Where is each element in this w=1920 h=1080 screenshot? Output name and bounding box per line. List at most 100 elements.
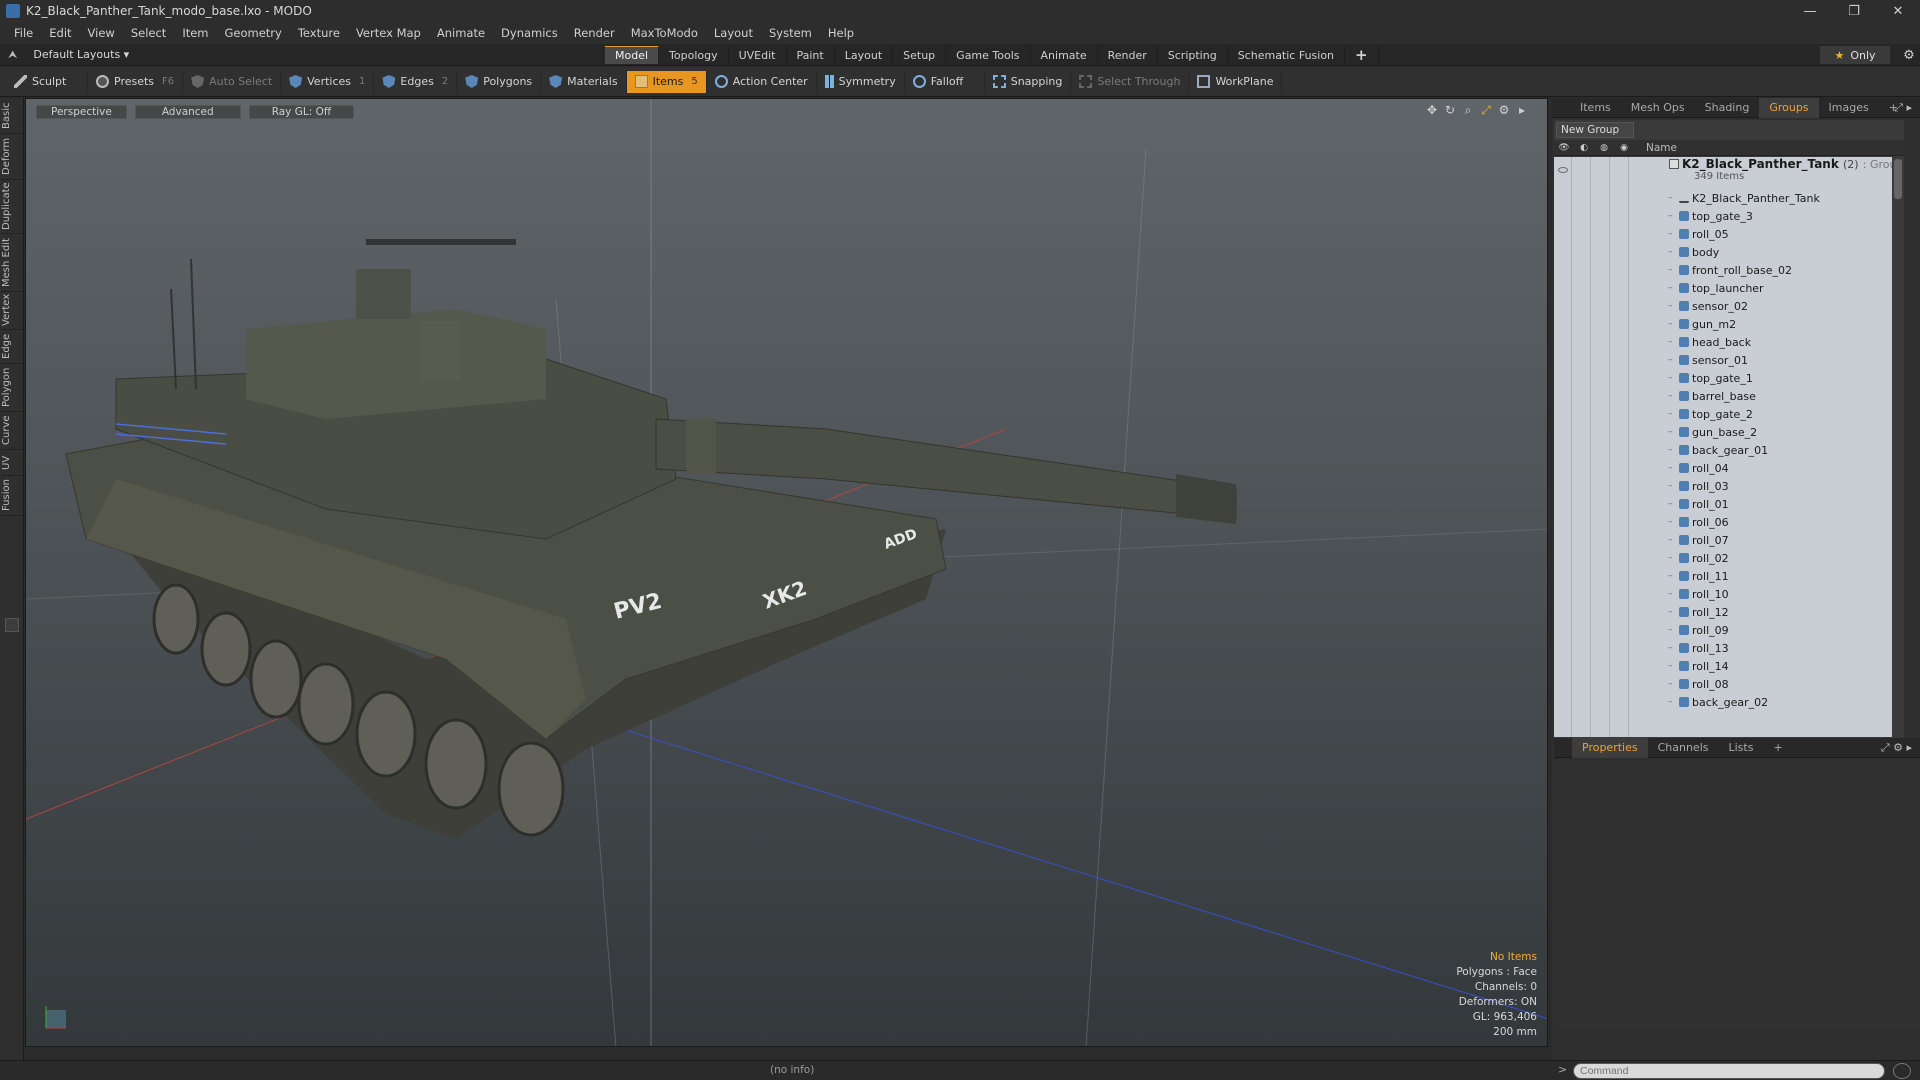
close-button[interactable]: ✕ xyxy=(1876,0,1920,22)
viewport-settings-icon[interactable]: ⚙ xyxy=(1495,103,1513,118)
tree-row[interactable]: – roll_07 xyxy=(1554,531,1904,549)
menu-texture[interactable]: Texture xyxy=(290,26,348,40)
tree-row[interactable]: – roll_01 xyxy=(1554,495,1904,513)
visibility-header-icon[interactable]: 👁 xyxy=(1554,143,1574,153)
advanced-button[interactable]: Advanced xyxy=(134,105,241,119)
menu-select[interactable]: Select xyxy=(123,26,174,40)
materials-button[interactable]: Materials xyxy=(541,70,627,93)
tree-row[interactable]: – front_roll_base_02 xyxy=(1554,261,1904,279)
panel-tab-shading[interactable]: Shading xyxy=(1695,98,1760,118)
menu-help[interactable]: Help xyxy=(820,26,862,40)
menu-render[interactable]: Render xyxy=(566,26,623,40)
properties-expand-icon[interactable]: ⤢ ⚙ ▸ xyxy=(1881,741,1912,755)
menu-vertex-map[interactable]: Vertex Map xyxy=(348,26,429,40)
menu-file[interactable]: File xyxy=(6,26,41,40)
left-tab-duplicate[interactable]: Duplicate xyxy=(1,180,23,234)
falloff-button[interactable]: Falloff xyxy=(905,70,985,93)
tree-row[interactable]: – roll_11 xyxy=(1554,567,1904,585)
tree-row[interactable]: – roll_10 xyxy=(1554,585,1904,603)
snapping-button[interactable]: Snapping xyxy=(985,70,1072,93)
left-tab-edge[interactable]: Edge xyxy=(1,330,23,364)
only-button[interactable]: ★ Only xyxy=(1820,46,1890,64)
pan-icon[interactable]: ✥ xyxy=(1423,103,1441,118)
rotate-icon[interactable]: ↻ xyxy=(1441,103,1459,118)
tab-game-tools[interactable]: Game Tools xyxy=(946,46,1031,64)
lock-header-icon[interactable]: ◍ xyxy=(1594,143,1614,153)
tab-scripting[interactable]: Scripting xyxy=(1158,46,1228,64)
layout-selector[interactable]: ⮝ Default Layouts ▾ xyxy=(0,48,600,62)
tree-row[interactable]: – barrel_base xyxy=(1554,387,1904,405)
viewport-menu-icon[interactable]: ▸ xyxy=(1513,103,1531,118)
menu-edit[interactable]: Edit xyxy=(41,26,79,40)
edges-button[interactable]: Edges 2 xyxy=(374,70,458,93)
left-tab-basic[interactable]: Basic xyxy=(1,98,23,134)
tree-row[interactable]: – roll_03 xyxy=(1554,477,1904,495)
tree-row[interactable]: – sensor_01 xyxy=(1554,351,1904,369)
workplane-button[interactable]: WorkPlane xyxy=(1189,70,1283,93)
select-header-icon[interactable]: ◉ xyxy=(1614,143,1634,153)
tree-row[interactable]: – top_gate_2 xyxy=(1554,405,1904,423)
items-button[interactable]: Items 5 xyxy=(626,70,707,93)
tree-row[interactable]: – top_gate_3 xyxy=(1554,207,1904,225)
left-tab-mesh-edit[interactable]: Mesh Edit xyxy=(1,234,23,292)
menu-item[interactable]: Item xyxy=(174,26,216,40)
tree-row[interactable]: – top_launcher xyxy=(1554,279,1904,297)
vertices-button[interactable]: Vertices 1 xyxy=(281,70,375,93)
tree-row[interactable]: – roll_12 xyxy=(1554,603,1904,621)
menu-system[interactable]: System xyxy=(761,26,820,40)
default-layouts-dropdown[interactable]: Default Layouts ▾ xyxy=(33,48,129,61)
gear-icon[interactable]: ⚙ xyxy=(1898,48,1920,63)
tree-row[interactable]: – roll_02 xyxy=(1554,549,1904,567)
layout-up-icon[interactable]: ⮝ xyxy=(8,48,17,62)
left-tab-deform[interactable]: Deform xyxy=(1,134,23,180)
tree-row[interactable]: – back_gear_01 xyxy=(1554,441,1904,459)
tree-row[interactable]: – sensor_02 xyxy=(1554,297,1904,315)
left-tab-curve[interactable]: Curve xyxy=(1,412,23,450)
group-row[interactable]: K2_Black_Panther_Tank (2) : Group 349 It… xyxy=(1554,157,1904,187)
select-through-button[interactable]: Select Through xyxy=(1071,70,1190,93)
tree-row[interactable]: – K2_Black_Panther_Tank xyxy=(1554,189,1904,207)
menu-geometry[interactable]: Geometry xyxy=(217,26,290,40)
render-header-icon[interactable]: ◐ xyxy=(1574,143,1594,153)
presets-button[interactable]: Presets F6 xyxy=(88,70,184,93)
menu-layout[interactable]: Layout xyxy=(706,26,761,40)
add-properties-tab-button[interactable]: + xyxy=(1763,738,1792,758)
tab-uvedit[interactable]: UVEdit xyxy=(729,46,787,64)
symmetry-button[interactable]: Symmetry xyxy=(817,70,905,93)
perspective-button[interactable]: Perspective xyxy=(36,105,127,119)
left-tab-polygon[interactable]: Polygon xyxy=(1,364,23,412)
toolbox-toggle[interactable] xyxy=(5,618,19,632)
menu-dynamics[interactable]: Dynamics xyxy=(493,26,566,40)
panel-tab-items[interactable]: Items xyxy=(1570,98,1621,118)
tree-row[interactable]: – roll_08 xyxy=(1554,675,1904,693)
tree-row[interactable]: – gun_base_2 xyxy=(1554,423,1904,441)
tab-model[interactable]: Model xyxy=(605,46,660,64)
polygons-button[interactable]: Polygons xyxy=(457,70,542,93)
tab-setup[interactable]: Setup xyxy=(893,46,947,64)
panel-tab-mesh-ops[interactable]: Mesh Ops xyxy=(1621,98,1695,118)
properties-tab-properties[interactable]: Properties xyxy=(1572,737,1648,758)
left-tab-fusion[interactable]: Fusion xyxy=(1,476,23,516)
tab-schematic-fusion[interactable]: Schematic Fusion xyxy=(1228,46,1346,64)
tree-row[interactable]: – roll_13 xyxy=(1554,639,1904,657)
add-tab-button[interactable]: + xyxy=(1345,46,1379,64)
3d-viewport[interactable]: PV2 XK2 ADD Perspective Advanced Ray GL:… xyxy=(25,98,1548,1047)
tab-render[interactable]: Render xyxy=(1098,46,1158,64)
tree-row[interactable]: – back_gear_02 xyxy=(1554,693,1904,711)
tree-row[interactable]: – roll_06 xyxy=(1554,513,1904,531)
tree-row[interactable]: – roll_14 xyxy=(1554,657,1904,675)
tab-layout[interactable]: Layout xyxy=(835,46,894,64)
name-column-header[interactable]: Name xyxy=(1646,142,1677,154)
restore-button[interactable]: ❐ xyxy=(1832,0,1876,22)
tab-animate[interactable]: Animate xyxy=(1031,46,1098,64)
action-center-button[interactable]: Action Center xyxy=(707,70,817,93)
tree-row[interactable]: – roll_04 xyxy=(1554,459,1904,477)
tree-row[interactable]: – head_back xyxy=(1554,333,1904,351)
minimize-button[interactable]: — xyxy=(1788,0,1832,22)
properties-tab-channels[interactable]: Channels xyxy=(1648,738,1719,758)
panel-tab-groups[interactable]: Groups xyxy=(1759,97,1819,118)
tab-paint[interactable]: Paint xyxy=(787,46,835,64)
menu-view[interactable]: View xyxy=(80,26,123,40)
panel-tab-images[interactable]: Images xyxy=(1819,98,1879,118)
menu-maxtomodo[interactable]: MaxToModo xyxy=(623,26,706,40)
